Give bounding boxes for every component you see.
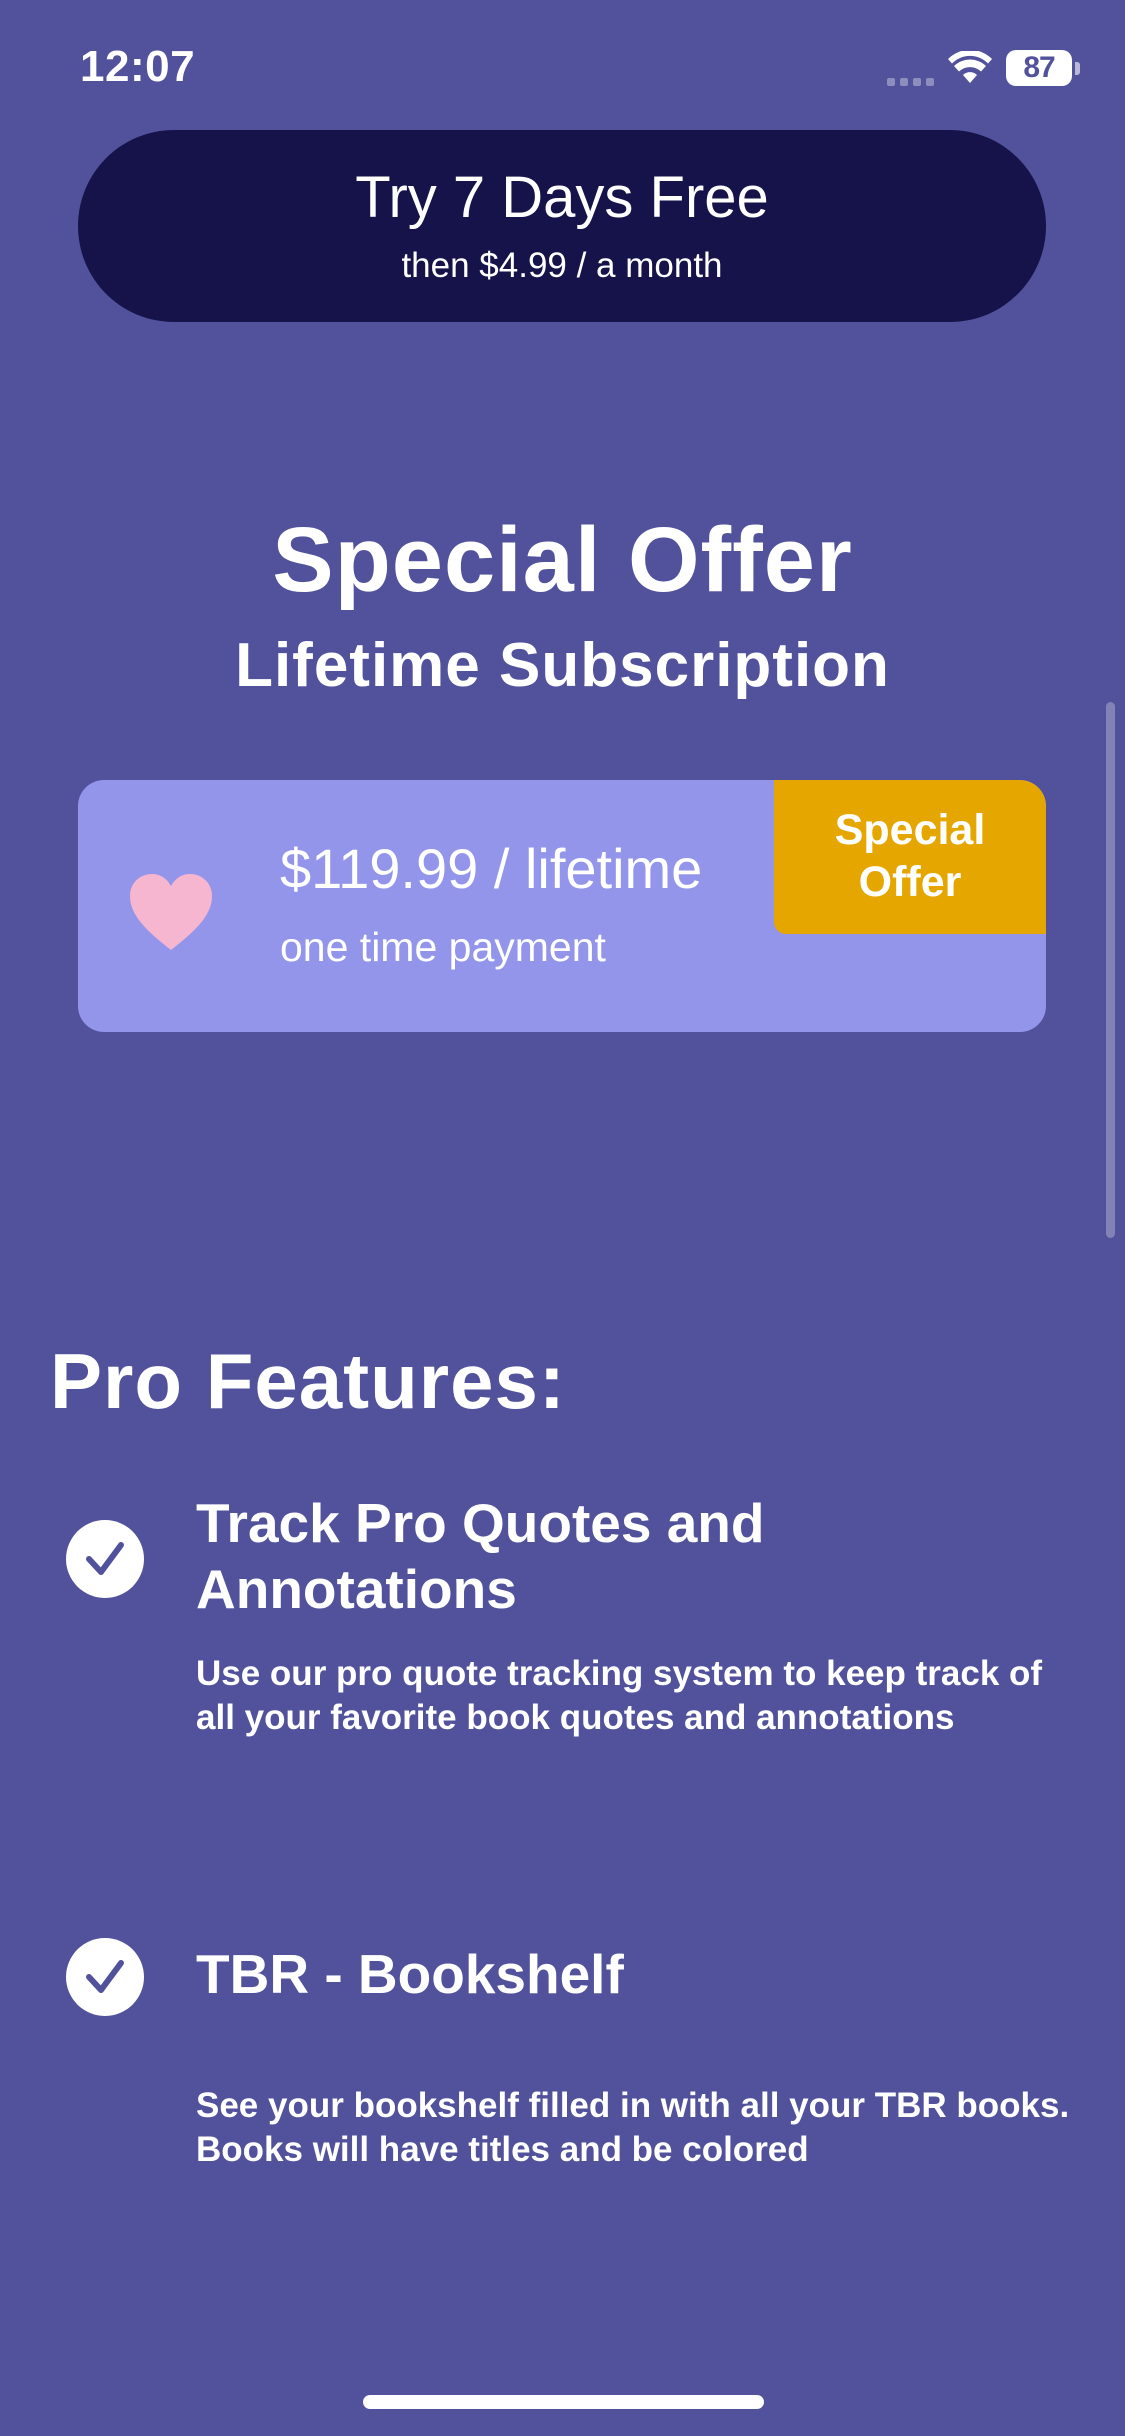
pro-features-heading: Pro Features: [50, 1337, 566, 1425]
special-offer-badge-label: Special Offer [834, 806, 986, 906]
feature-title: TBR - Bookshelf [196, 1943, 624, 2005]
signal-icon [887, 46, 934, 90]
lifetime-price: $119.99 / lifetime [280, 837, 703, 900]
checkmark-circle-icon [66, 1520, 144, 1598]
wifi-icon [948, 51, 992, 83]
feature-title: Track Pro Quotes and Annotations [196, 1492, 765, 1620]
free-trial-button[interactable]: Try 7 Days Free then $4.99 / a month [78, 130, 1046, 322]
lifetime-subscription-subtitle: Lifetime Subscription [235, 631, 890, 700]
free-trial-title: Try 7 Days Free [355, 165, 769, 231]
special-offer-badge: Special Offer [774, 780, 1046, 934]
home-indicator[interactable] [363, 2395, 764, 2409]
status-icons: 87 [887, 46, 1080, 90]
free-trial-price: then $4.99 / a month [401, 245, 723, 285]
heart-icon [130, 874, 212, 950]
battery-icon: 87 [1006, 50, 1080, 86]
special-offer-title: Special Offer [272, 509, 853, 611]
feature-description: See your bookshelf filled in with all yo… [196, 2086, 1070, 2169]
battery-level: 87 [1006, 50, 1072, 86]
one-time-payment-label: one time payment [280, 924, 606, 970]
lifetime-plan-card[interactable]: $119.99 / lifetime one time payment Spec… [78, 780, 1046, 1032]
scrollbar[interactable] [1106, 702, 1115, 1238]
status-time: 12:07 [80, 42, 196, 91]
feature-description: Use our pro quote tracking system to kee… [196, 1654, 1043, 1737]
checkmark-circle-icon [66, 1938, 144, 2016]
